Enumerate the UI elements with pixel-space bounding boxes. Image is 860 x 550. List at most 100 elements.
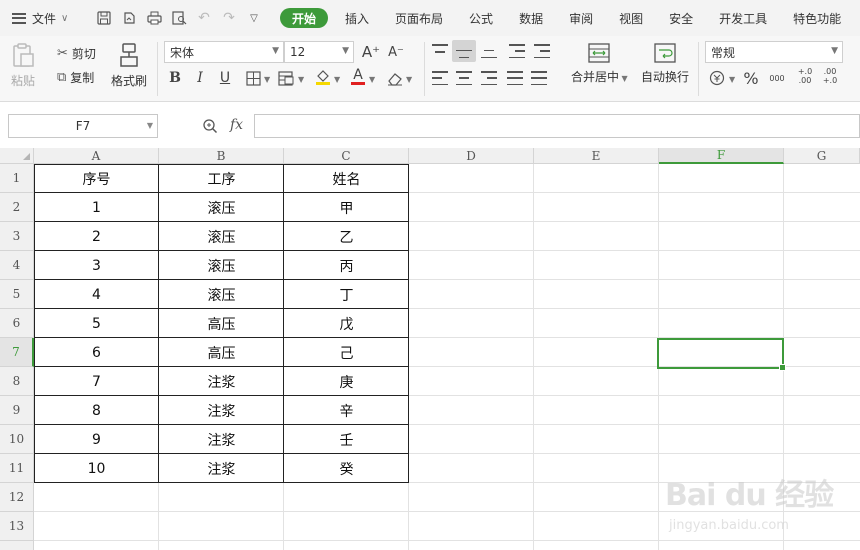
select-all-corner[interactable] — [0, 148, 34, 164]
column-header-g[interactable]: G — [784, 148, 860, 164]
font-name-select[interactable]: 宋体 ▼ — [164, 41, 284, 63]
merge-center-button[interactable]: 合并居中 ▼ — [571, 42, 628, 85]
copy-button[interactable]: ⧉ 复制 — [57, 69, 94, 86]
column-header-f[interactable]: F — [659, 148, 784, 164]
cell-c1[interactable]: 姓名 — [284, 164, 409, 193]
format-painter-button[interactable]: 格式刷 — [111, 42, 147, 89]
tab-review[interactable]: 审阅 — [556, 0, 606, 36]
row-header-8[interactable]: 8 — [0, 367, 34, 396]
increase-indent-icon[interactable] — [534, 44, 550, 58]
font-color-button[interactable]: A — [349, 67, 367, 85]
wrap-text-button[interactable]: 自动换行 — [641, 42, 689, 85]
undo-icon[interactable]: ↶ — [196, 10, 212, 26]
row-header-9[interactable]: 9 — [0, 396, 34, 425]
cell-a6[interactable]: 5 — [34, 309, 159, 338]
cell-a4[interactable]: 3 — [34, 251, 159, 280]
active-cell-f7[interactable] — [657, 338, 786, 371]
cell-b3[interactable]: 滚压 — [159, 222, 284, 251]
align-middle-icon[interactable] — [456, 44, 472, 58]
column-header-c[interactable]: C — [284, 148, 409, 164]
cell-b11[interactable]: 注浆 — [159, 454, 284, 483]
grow-font-button[interactable]: A⁺ — [361, 43, 381, 61]
italic-button[interactable]: I — [191, 69, 209, 87]
cell-a1[interactable]: 序号 — [34, 164, 159, 193]
name-box[interactable]: F7 ▼ — [8, 114, 158, 138]
row-header-4[interactable]: 4 — [0, 251, 34, 280]
chevron-down-icon[interactable]: ▼ — [406, 75, 412, 84]
row-header-1[interactable]: 1 — [0, 164, 34, 193]
currency-button[interactable] — [708, 69, 726, 87]
save-icon[interactable] — [96, 10, 112, 26]
row-header-6[interactable]: 6 — [0, 309, 34, 338]
tab-home[interactable]: 开始 — [280, 8, 329, 28]
zoom-icon[interactable] — [202, 118, 218, 138]
column-header-b[interactable]: B — [159, 148, 284, 164]
cell-a3[interactable]: 2 — [34, 222, 159, 251]
number-format-select[interactable]: 常规 ▼ — [705, 41, 843, 63]
tab-developer[interactable]: 开发工具 — [706, 0, 780, 36]
chevron-down-icon[interactable]: ▼ — [298, 75, 304, 84]
cell-b10[interactable]: 注浆 — [159, 425, 284, 454]
align-top-icon[interactable] — [432, 44, 448, 58]
cell-a7[interactable]: 6 — [34, 338, 159, 367]
column-header-a[interactable]: A — [34, 148, 159, 164]
tab-security[interactable]: 安全 — [656, 0, 706, 36]
bold-button[interactable]: B — [166, 69, 184, 87]
cell-a8[interactable]: 7 — [34, 367, 159, 396]
clear-format-button[interactable] — [386, 69, 404, 87]
cell-c8[interactable]: 庚 — [284, 367, 409, 396]
cell-c10[interactable]: 壬 — [284, 425, 409, 454]
fx-icon[interactable]: fx — [230, 117, 243, 133]
row-header-5[interactable]: 5 — [0, 280, 34, 309]
percent-button[interactable]: % — [742, 69, 760, 88]
cell-b4[interactable]: 滚压 — [159, 251, 284, 280]
cell-a11[interactable]: 10 — [34, 454, 159, 483]
justify-icon[interactable] — [507, 71, 523, 85]
borders-button[interactable] — [244, 69, 262, 87]
distributed-align-icon[interactable] — [531, 71, 547, 85]
row-header-10[interactable]: 10 — [0, 425, 34, 454]
decrease-indent-icon[interactable] — [509, 44, 525, 58]
row-header-2[interactable]: 2 — [0, 193, 34, 222]
shrink-font-button[interactable]: A⁻ — [386, 43, 406, 61]
increase-decimal-button[interactable]: +.0 .00 — [795, 67, 815, 85]
cell-b8[interactable]: 注浆 — [159, 367, 284, 396]
column-header-d[interactable]: D — [409, 148, 534, 164]
file-menu[interactable]: 文件 ∨ — [0, 0, 86, 36]
row-header-14[interactable]: 14 — [0, 541, 34, 550]
cell-c9[interactable]: 辛 — [284, 396, 409, 425]
cell-a9[interactable]: 8 — [34, 396, 159, 425]
decrease-decimal-button[interactable]: .00 +.0 — [820, 67, 840, 85]
formula-input[interactable] — [254, 114, 860, 138]
cell-b6[interactable]: 高压 — [159, 309, 284, 338]
cell-a5[interactable]: 4 — [34, 280, 159, 309]
cut-button[interactable]: ✂ 剪切 — [57, 45, 96, 62]
redo-icon[interactable]: ↷ — [221, 10, 237, 26]
print-preview-icon[interactable] — [171, 10, 187, 26]
chevron-down-icon[interactable]: ▼ — [264, 75, 270, 84]
tab-insert[interactable]: 插入 — [332, 0, 382, 36]
underline-button[interactable]: U — [216, 69, 234, 87]
align-right-icon[interactable] — [481, 71, 497, 85]
cell-b2[interactable]: 滚压 — [159, 193, 284, 222]
row-header-3[interactable]: 3 — [0, 222, 34, 251]
cell-a2[interactable]: 1 — [34, 193, 159, 222]
paste-button[interactable]: 粘贴 — [10, 42, 36, 89]
fill-color-button[interactable] — [314, 68, 332, 86]
cell-a10[interactable]: 9 — [34, 425, 159, 454]
chevron-down-icon[interactable]: ▼ — [334, 75, 340, 84]
cell-b7[interactable]: 高压 — [159, 338, 284, 367]
cell-c6[interactable]: 戊 — [284, 309, 409, 338]
chevron-down-icon[interactable]: ▼ — [729, 75, 735, 84]
cell-b5[interactable]: 滚压 — [159, 280, 284, 309]
tab-special-features[interactable]: 特色功能 — [780, 0, 854, 36]
column-header-e[interactable]: E — [534, 148, 659, 164]
chevron-down-icon[interactable]: ▼ — [369, 75, 375, 84]
tab-data[interactable]: 数据 — [506, 0, 556, 36]
print-icon[interactable] — [146, 10, 162, 26]
cell-style-button[interactable] — [277, 69, 295, 87]
cell-c2[interactable]: 甲 — [284, 193, 409, 222]
font-size-select[interactable]: 12 ▼ — [284, 41, 354, 63]
cell-c3[interactable]: 乙 — [284, 222, 409, 251]
cell-b1[interactable]: 工序 — [159, 164, 284, 193]
